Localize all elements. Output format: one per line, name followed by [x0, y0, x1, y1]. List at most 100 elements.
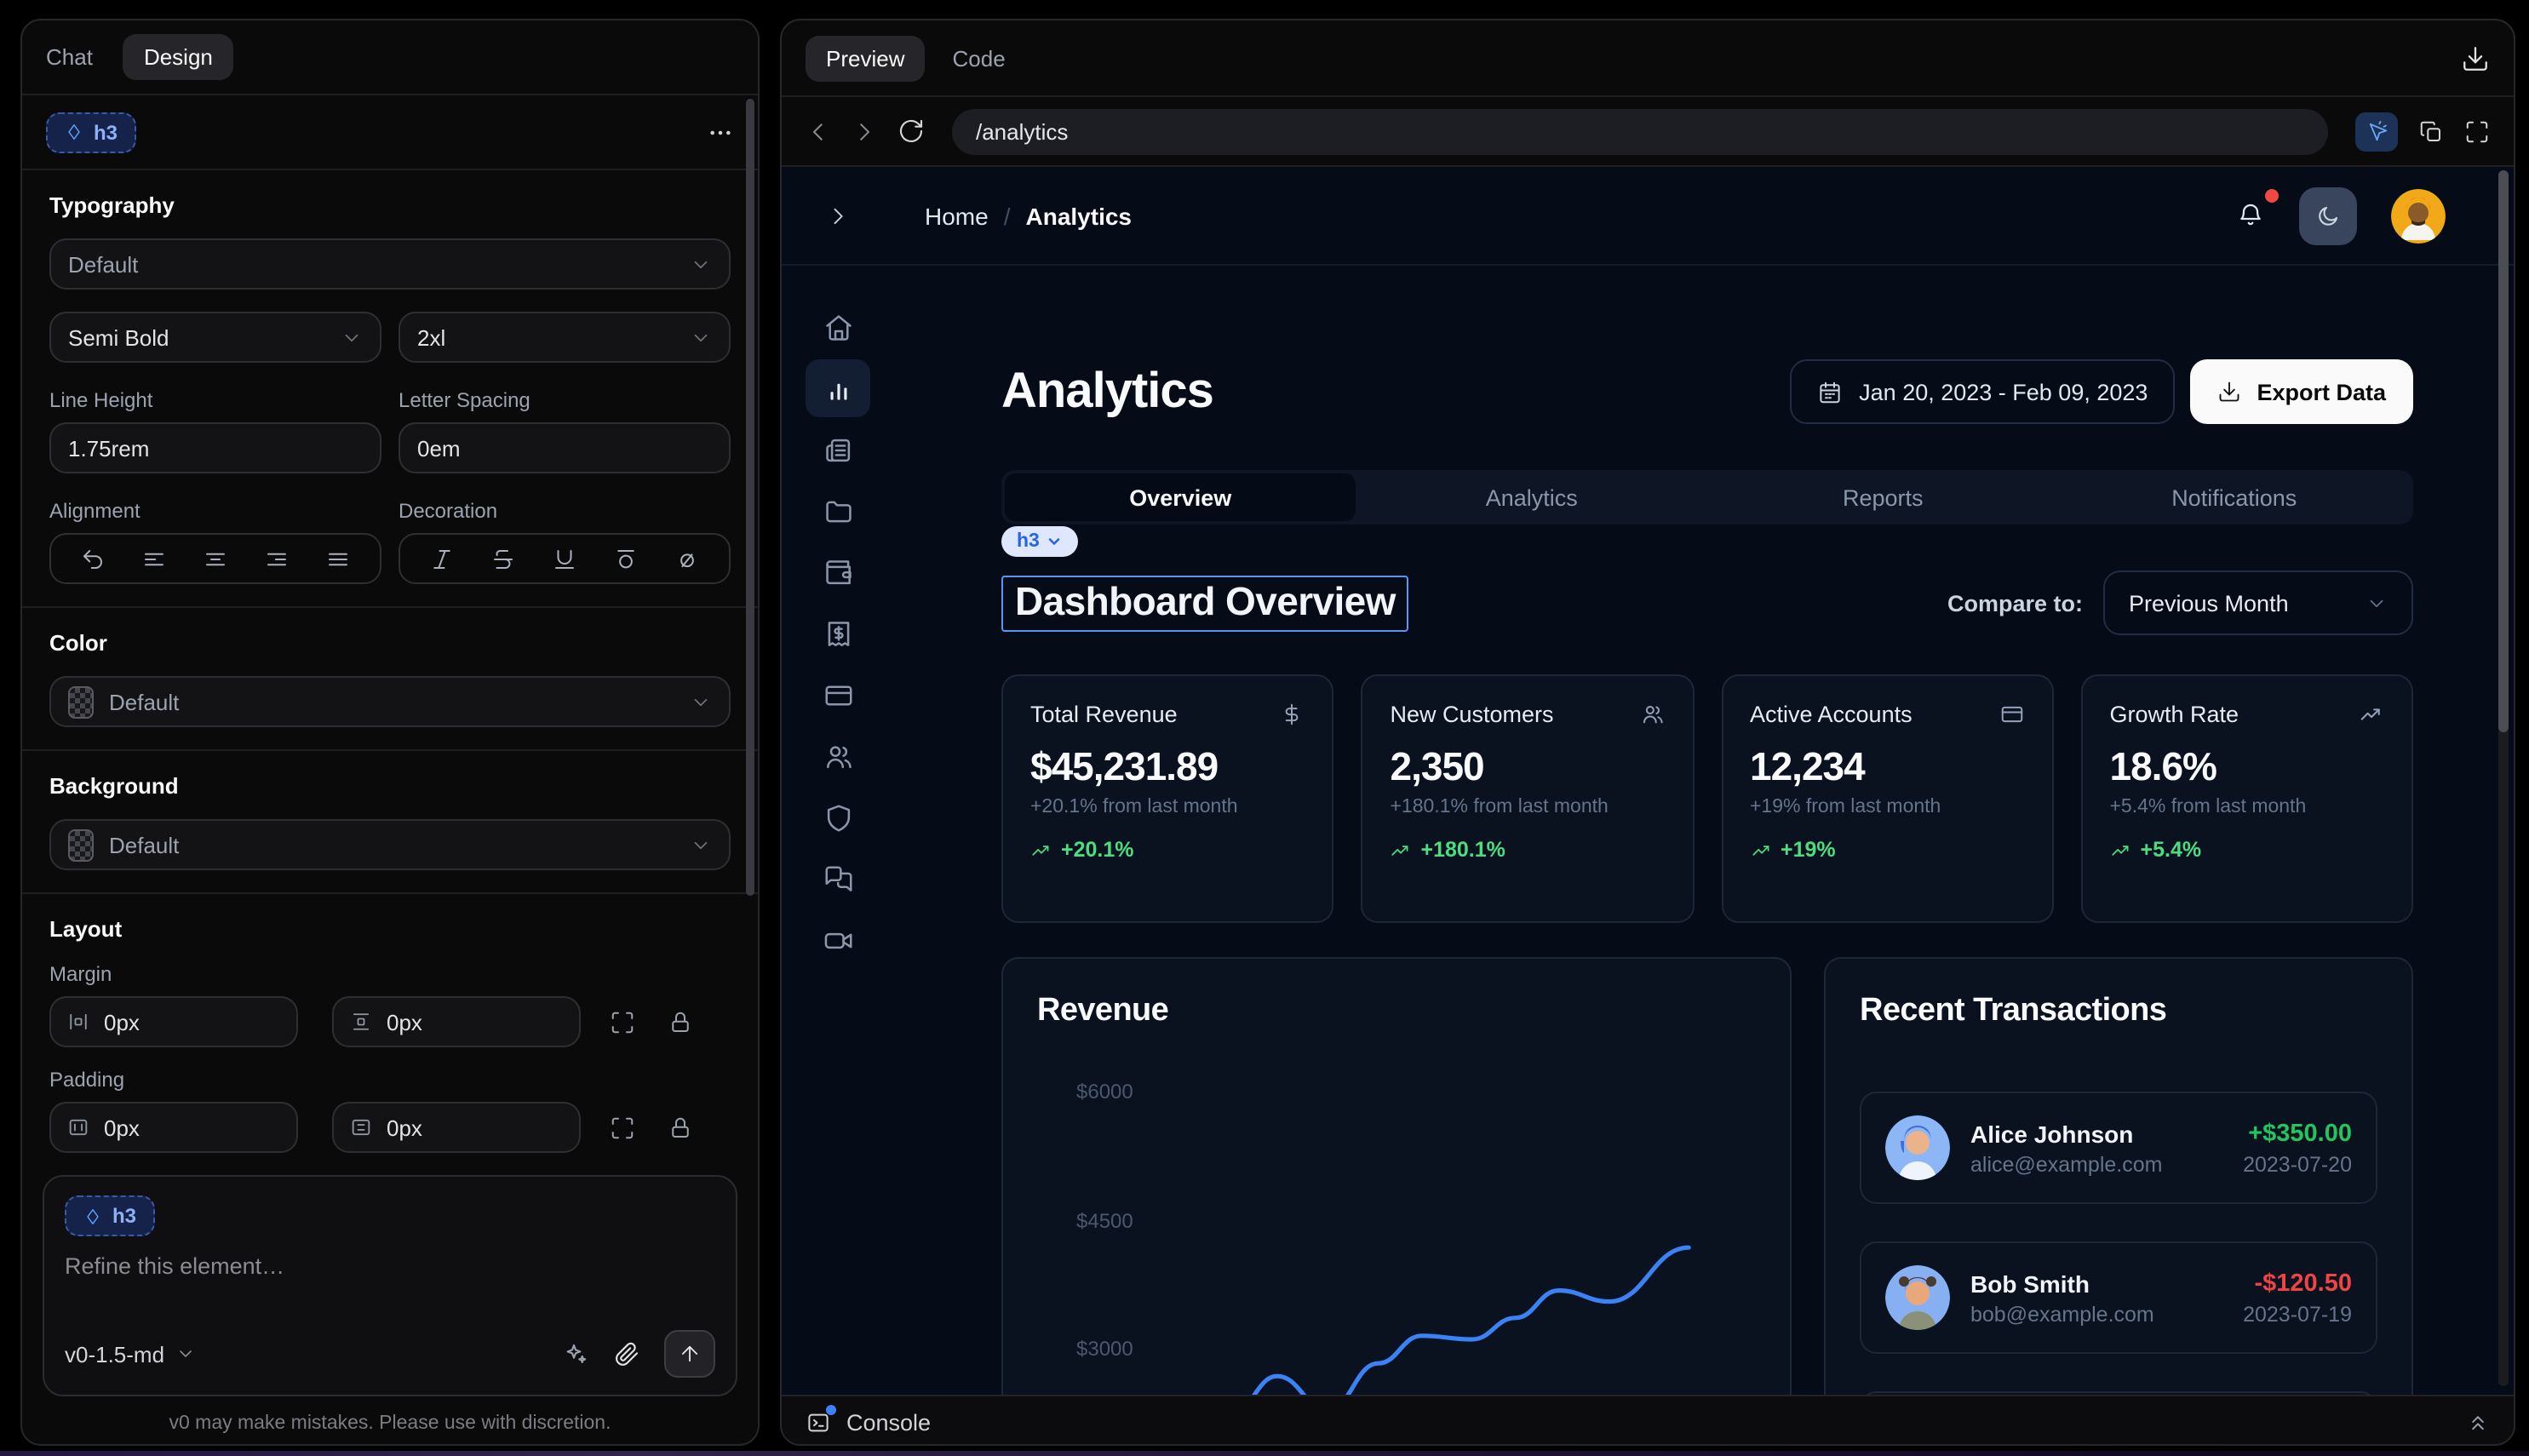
url-input[interactable]	[976, 118, 2304, 144]
sidebar-item-customers[interactable]	[806, 727, 870, 785]
tab-analytics[interactable]: Analytics	[1356, 473, 1708, 521]
url-bar[interactable]	[952, 108, 2328, 154]
design-select-mode-button[interactable]	[2355, 112, 2398, 151]
compare-select[interactable]: Previous Month	[2103, 570, 2413, 635]
tab-chat[interactable]: Chat	[46, 44, 93, 70]
copy-button[interactable]	[2418, 118, 2444, 144]
margin-y-input[interactable]: 0px	[332, 996, 581, 1047]
padding-lock-button[interactable]	[668, 1115, 693, 1140]
back-button[interactable]	[806, 118, 831, 144]
padding-horizontal-icon	[66, 1115, 90, 1139]
download-button[interactable]	[2461, 43, 2490, 72]
composer-element-chip[interactable]: h3	[65, 1195, 155, 1236]
selection-tag-chip[interactable]: h3	[1001, 526, 1079, 557]
color-section: Color Default	[22, 608, 758, 751]
trending-up-icon	[1391, 839, 1413, 861]
strikethrough-button[interactable]	[490, 546, 516, 571]
trending-up-icon	[2359, 702, 2384, 727]
send-button[interactable]	[664, 1330, 715, 1378]
forward-button[interactable]	[852, 118, 877, 144]
transactions-title: Recent Transactions	[1860, 993, 2377, 1030]
refresh-button[interactable]	[897, 118, 925, 145]
sidebar-item-analytics[interactable]	[806, 359, 870, 417]
transaction-row-clipped	[1860, 1391, 2377, 1395]
letter-spacing-label: Letter Spacing	[399, 388, 731, 412]
diamond-icon	[83, 1207, 102, 1225]
selected-element-tag: h3	[94, 120, 118, 144]
align-left-button[interactable]	[141, 546, 167, 571]
sidebar-item-home[interactable]	[806, 298, 870, 356]
undo-icon	[79, 546, 105, 571]
tab-notifications[interactable]: Notifications	[2059, 473, 2411, 521]
align-justify-icon	[326, 546, 352, 571]
font-size-select[interactable]: 2xl	[399, 312, 731, 363]
margin-x-input[interactable]: 0px	[49, 996, 298, 1047]
console-expand-button[interactable]	[2466, 1410, 2490, 1434]
dashboard-tabs: Overview Analytics Reports Notifications	[1001, 470, 2413, 525]
color-select[interactable]: Default	[49, 676, 731, 727]
maximize-icon	[610, 1115, 635, 1140]
tab-code[interactable]: Code	[953, 45, 1006, 71]
overline-icon	[613, 546, 639, 571]
element-menu-button[interactable]	[707, 118, 734, 146]
sidebar-item-news[interactable]	[806, 421, 870, 479]
sidebar-item-files[interactable]	[806, 482, 870, 540]
preview-scrollbar-thumb[interactable]	[2498, 170, 2509, 732]
bell-icon	[2236, 201, 2265, 230]
font-weight-select[interactable]: Semi Bold	[49, 312, 381, 363]
theme-toggle-button[interactable]	[2299, 186, 2357, 244]
enhance-prompt-button[interactable]	[562, 1340, 589, 1367]
tab-preview[interactable]: Preview	[806, 35, 926, 81]
sidebar-item-security[interactable]	[806, 788, 870, 846]
background-select[interactable]: Default	[49, 819, 731, 870]
tab-overview[interactable]: Overview	[1005, 473, 1356, 521]
preview-panel: Preview Code Home / Analytics	[780, 19, 2515, 1446]
chevron-down-icon	[690, 253, 712, 275]
maximize-icon	[2464, 118, 2490, 144]
tab-design[interactable]: Design	[123, 34, 233, 80]
tab-reports[interactable]: Reports	[1707, 473, 2059, 521]
alignment-group	[49, 533, 381, 584]
attach-file-button[interactable]	[613, 1340, 640, 1367]
align-center-button[interactable]	[203, 546, 228, 571]
overline-button[interactable]	[613, 546, 639, 571]
messages-icon	[822, 863, 854, 895]
user-avatar[interactable]	[2391, 188, 2446, 243]
underline-button[interactable]	[552, 546, 577, 571]
margin-expand-button[interactable]	[610, 1009, 635, 1035]
notifications-button[interactable]	[2236, 201, 2265, 230]
model-select[interactable]: v0-1.5-md	[65, 1341, 195, 1367]
sidebar-item-wallet[interactable]	[806, 543, 870, 601]
selected-element-badge[interactable]: h3	[46, 112, 136, 152]
align-right-button[interactable]	[264, 546, 290, 571]
decoration-group	[399, 533, 731, 584]
refine-input[interactable]	[65, 1253, 715, 1311]
sidebar-item-receipts[interactable]	[806, 605, 870, 662]
breadcrumb-home[interactable]: Home	[925, 202, 989, 229]
export-data-button[interactable]: Export Data	[2190, 359, 2413, 424]
padding-x-input[interactable]: 0px	[49, 1102, 298, 1153]
date-range-button[interactable]: Jan 20, 2023 - Feb 09, 2023	[1789, 359, 2175, 424]
fullscreen-button[interactable]	[2464, 118, 2490, 144]
padding-expand-button[interactable]	[610, 1115, 635, 1140]
alignment-reset-button[interactable]	[79, 546, 105, 571]
decoration-none-button[interactable]	[675, 546, 701, 571]
font-family-select[interactable]: Default	[49, 238, 731, 289]
left-panel-scrollbar[interactable]	[746, 99, 754, 896]
sidebar-item-cards[interactable]	[806, 666, 870, 724]
letter-spacing-input[interactable]: 0em	[399, 422, 731, 473]
console-toggle[interactable]	[806, 1409, 831, 1435]
line-height-input[interactable]: 1.75rem	[49, 422, 381, 473]
italic-button[interactable]	[428, 546, 454, 571]
typography-section: Typography Default Semi Bold 2xl Line He…	[22, 170, 758, 608]
sidebar-item-video[interactable]	[806, 911, 870, 969]
margin-lock-button[interactable]	[668, 1009, 693, 1035]
sidebar-expand-button[interactable]	[826, 203, 850, 227]
transaction-email: bob@example.com	[1970, 1302, 2154, 1326]
dashboard-overview-heading[interactable]: Dashboard Overview	[1001, 575, 1409, 631]
chevron-left-icon	[806, 118, 831, 144]
sidebar-item-messages[interactable]	[806, 850, 870, 908]
align-justify-button[interactable]	[326, 546, 352, 571]
breadcrumb-current: Analytics	[1026, 202, 1133, 229]
padding-y-input[interactable]: 0px	[332, 1102, 581, 1153]
